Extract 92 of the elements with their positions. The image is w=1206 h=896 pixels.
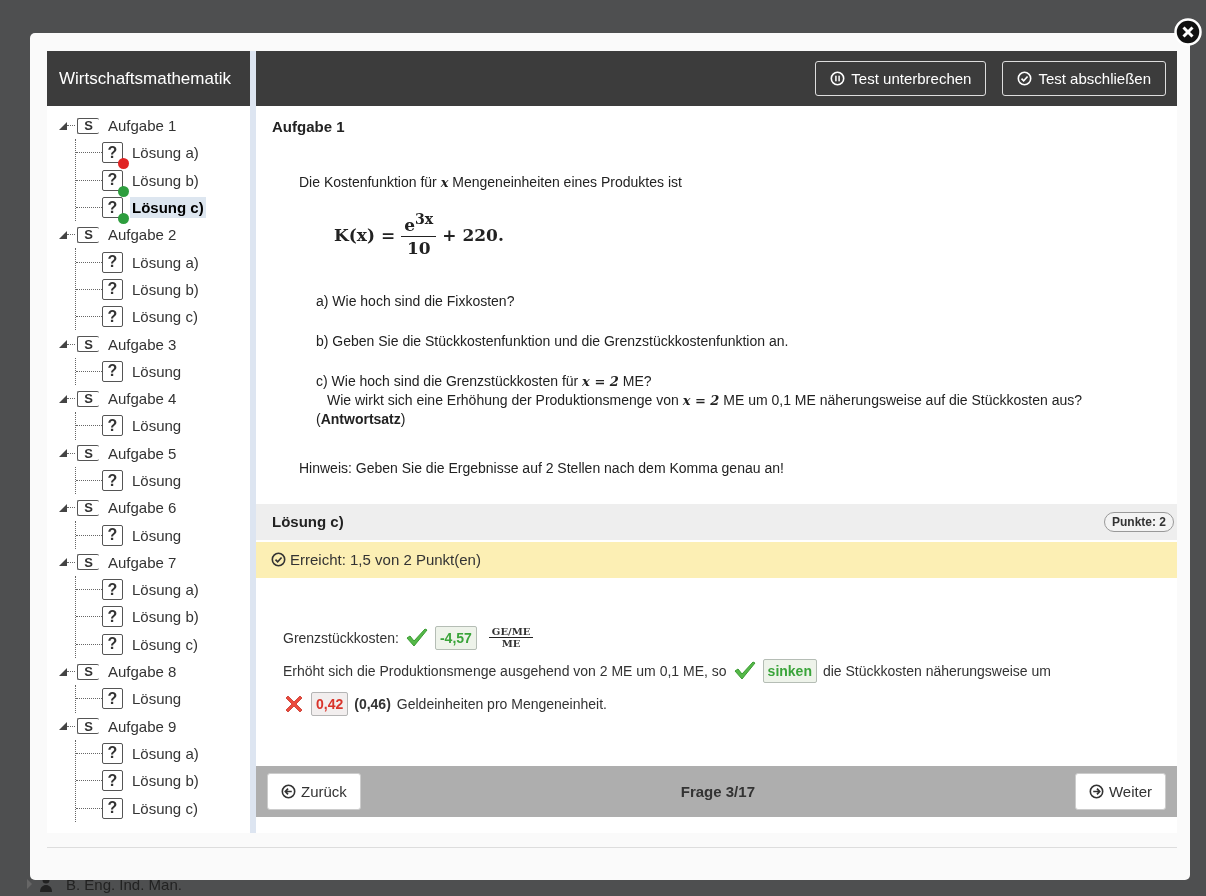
expanded-caret-icon[interactable] [59, 558, 67, 567]
tree-item[interactable]: Aufgabe 5 [106, 442, 179, 464]
expanded-caret-icon[interactable] [59, 394, 67, 403]
question-icon: ? [102, 688, 123, 710]
tree-item[interactable]: Aufgabe 1 [106, 115, 179, 137]
tree-item[interactable]: Aufgabe 7 [106, 551, 179, 573]
question-text: Die Kostenfunktion für x Mengeneinheiten eines Produktes ist [299, 173, 683, 192]
check-icon [404, 626, 429, 649]
question-icon: ? [102, 633, 123, 655]
check-circle-icon [271, 552, 286, 568]
question-part: (Antwortsatz) [316, 410, 407, 429]
tree-item[interactable]: Lösung b) [130, 770, 201, 792]
next-button[interactable]: Weiter [1074, 773, 1166, 810]
question-part: b) Geben Sie die Stückkostenfunktion und die Grenzstückkostenfunktion an. [316, 332, 790, 352]
tree-item[interactable]: Aufgabe 3 [106, 333, 179, 355]
tree-item[interactable]: Lösung c) [130, 306, 200, 328]
tree-item[interactable]: Lösung [130, 524, 184, 546]
answer-text: Grenzstückkosten: [283, 629, 399, 646]
tree-item[interactable]: Lösung [130, 360, 184, 382]
answer-text: Geldeinheiten pro Mengeneinheit. [396, 695, 607, 712]
progress-text: Frage 3/17 [680, 783, 755, 800]
result-text: Erreicht: 1,5 von 2 Punkt(en) [290, 551, 481, 569]
question-part: Wie wirkt sich eine Erhöhung der Produktionsmenge von x = 2 ME um 0,1 ME näherungsweise auf die Stückkosten aus? [327, 391, 1084, 410]
question-part: c) Wie hoch sind die Grenzstückkosten für x = 2 ME? [316, 372, 653, 392]
question-title: Aufgabe 1 [271, 117, 346, 135]
tree-item[interactable]: Lösung b) [130, 606, 201, 628]
answer-field: 0,42 [311, 691, 349, 716]
tree-item[interactable]: Lösung c) [130, 633, 200, 655]
section-icon: S [77, 336, 99, 352]
tree-item[interactable]: Aufgabe 4 [106, 388, 179, 410]
sidebar-title: Wirtschaftsmathematik [47, 51, 250, 106]
answer-text: die Stückkosten näherungsweise um [822, 662, 1051, 679]
question-icon: ? [102, 797, 123, 819]
expanded-caret-icon[interactable] [59, 503, 67, 512]
close-icon[interactable] [1174, 18, 1202, 46]
expanded-caret-icon[interactable] [59, 722, 67, 731]
tree-item[interactable]: Lösung b) [130, 169, 201, 191]
tree-item[interactable]: Lösung a) [130, 142, 201, 164]
check-circle-icon [1017, 71, 1033, 86]
solution-title: Lösung c) [272, 513, 344, 531]
check-icon [732, 659, 757, 682]
section-icon: S [77, 390, 99, 407]
correct-answer: (0,46) [354, 695, 391, 712]
question-icon: ? [102, 524, 123, 546]
arrow-right-icon [1088, 784, 1104, 799]
question-icon: ? [102, 415, 123, 437]
tree-item[interactable]: Aufgabe 2 [106, 224, 179, 246]
question-icon: ? [102, 606, 123, 628]
tree-item[interactable]: Lösung a) [130, 579, 201, 601]
section-icon: S [77, 445, 99, 462]
expanded-caret-icon[interactable] [59, 340, 67, 348]
expanded-caret-icon[interactable] [59, 449, 67, 458]
answer-field: -4,57 [434, 625, 477, 650]
pause-icon [830, 71, 846, 86]
question-icon: ? [102, 278, 123, 300]
question-icon: ? [102, 360, 123, 382]
tree-item[interactable]: Lösung [130, 470, 184, 491]
question-part: a) Wie hoch sind die Fixkosten? [316, 292, 516, 312]
tree-item[interactable]: Lösung c) [130, 797, 200, 819]
question-icon: ? [102, 770, 123, 792]
tree-item[interactable]: Aufgabe 6 [106, 497, 179, 519]
finish-test-button[interactable]: Test abschließen [1002, 61, 1166, 96]
expanded-caret-icon[interactable] [59, 667, 67, 676]
tree-item[interactable]: Aufgabe 9 [106, 715, 179, 737]
tree-item[interactable]: Lösung [130, 688, 184, 710]
hint-text: Hinweis: Geben Sie die Ergebnisse auf 2 Stellen nach dem Komma genau an! [299, 458, 785, 478]
answer-field: sinken [762, 658, 817, 683]
question-icon: ? [102, 470, 123, 491]
question-icon: ? [102, 251, 123, 273]
unit-fraction: GE/ME ME [488, 626, 534, 650]
question-icon: ? [102, 742, 123, 764]
arrow-left-icon [281, 784, 296, 799]
points-badge: Punkte: 2 [1104, 511, 1174, 532]
expanded-caret-icon[interactable] [59, 230, 67, 239]
back-button[interactable]: Zurück [267, 773, 361, 810]
tree-item[interactable]: Aufgabe 8 [106, 661, 179, 683]
section-icon: S [77, 499, 99, 516]
tree-item[interactable]: Lösung [130, 415, 184, 437]
section-icon: S [77, 117, 99, 134]
section-icon: S [77, 554, 99, 571]
expanded-caret-icon[interactable] [59, 121, 67, 130]
tree-item[interactable]: Lösung a) [130, 251, 201, 273]
question-icon: ? [102, 306, 123, 328]
section-icon: S [77, 226, 99, 243]
answer-text: Erhöht sich die Produktionsmenge ausgehend von 2 ME um 0,1 ME, so [283, 662, 727, 679]
section-icon: S [77, 718, 99, 735]
section-icon: S [77, 663, 99, 680]
pause-test-button[interactable]: Test unterbrechen [815, 61, 987, 96]
tree-item[interactable]: Lösung a) [130, 742, 201, 764]
tree-item[interactable]: Lösung b) [130, 278, 201, 300]
question-icon: ? [102, 579, 123, 601]
tree-item[interactable]: Lösung c) [130, 197, 206, 219]
